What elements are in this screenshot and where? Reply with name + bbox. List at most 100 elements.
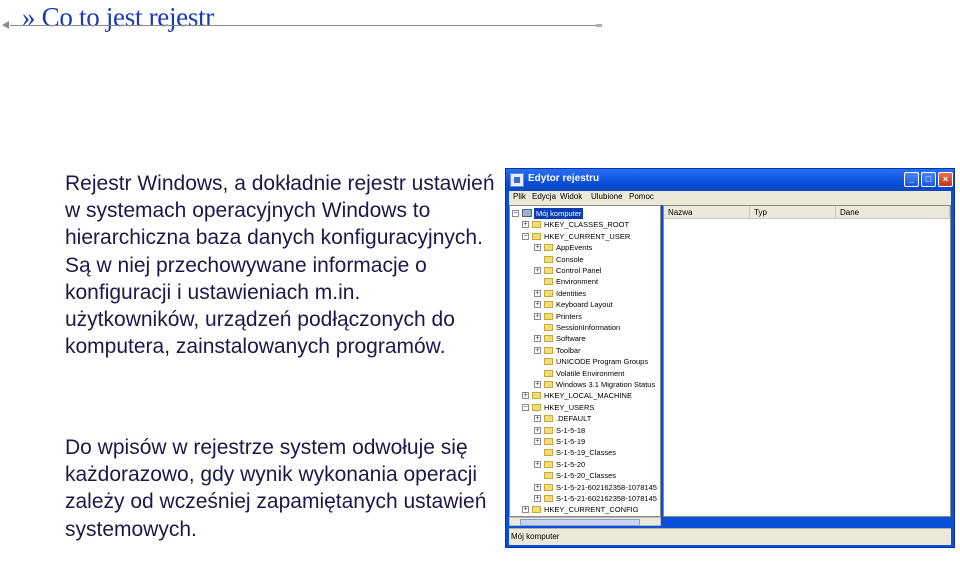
scrollbar-thumb[interactable] [520, 519, 640, 526]
regedit-app-icon [510, 173, 524, 187]
menu-view[interactable]: Widok [560, 192, 582, 201]
expand-icon[interactable]: + [534, 335, 541, 343]
menu-favorites[interactable]: Ulubione [591, 192, 623, 201]
tree-node-label: Mój komputer [534, 208, 584, 219]
folder-icon [544, 346, 553, 354]
tree-node-label: SessionInformation [556, 323, 621, 332]
expand-icon[interactable]: + [534, 426, 541, 434]
folder-icon [544, 381, 553, 388]
collapse-icon[interactable]: − [522, 232, 529, 240]
tree-node-label: S-1-5-19_Classes [556, 448, 617, 458]
expand-icon[interactable]: + [522, 392, 529, 400]
expand-icon[interactable]: + [534, 460, 541, 468]
tree-node-label: S-1-5-20_Classes [556, 471, 617, 481]
window-titlebar[interactable]: Edytor rejestru _ □ × [506, 169, 954, 191]
slide-title: » Co to jest rejestr [22, 2, 214, 32]
expand-icon[interactable]: + [534, 312, 541, 320]
folder-icon [544, 438, 553, 445]
tree-node-label: HKEY_LOCAL_MACHINE [544, 391, 632, 401]
folder-icon [544, 472, 553, 480]
expand-icon[interactable]: + [534, 381, 541, 388]
tree-node-label: HKEY_USERS [544, 402, 595, 412]
close-button[interactable]: × [938, 172, 953, 187]
expand-icon[interactable]: + [534, 289, 541, 297]
folder-icon [532, 232, 541, 240]
expand-icon[interactable]: + [534, 495, 541, 502]
tree-node-label: S-1-5-20 [556, 459, 586, 469]
expand-icon[interactable]: + [534, 483, 541, 491]
status-text: Mój komputer [511, 532, 560, 541]
tree-node-label: HKEY_CLASSES_ROOT [544, 220, 630, 230]
expand-icon[interactable]: + [534, 438, 541, 445]
tree-node-label: HKEY_CURRENT_USER [544, 231, 631, 241]
folder-icon [544, 278, 553, 286]
column-header-data[interactable]: Dane [836, 206, 950, 219]
values-list-pane[interactable]: Nazwa Typ Dane [663, 205, 951, 517]
paragraph-usage: Do wpisów w rejestrze system odwołuje si… [65, 436, 487, 541]
tree-node-label: Console [556, 254, 584, 264]
folder-icon [544, 244, 553, 252]
tree-node-label: S-1-5-21-602162358-1078145 [556, 494, 657, 503]
folder-icon [544, 358, 553, 366]
key-tree-pane[interactable]: − Mój komputer + HKEY_CLASSES_ROOT − HKEY_CUR… [509, 205, 661, 517]
folder-icon [532, 392, 541, 400]
tree-node-label: HKEY_CURRENT_CONFIG [544, 505, 639, 515]
folder-icon [544, 483, 553, 491]
computer-icon [522, 209, 532, 217]
tree-node-label: Volatile Environment [556, 368, 625, 378]
folder-icon [544, 289, 553, 297]
folder-icon [544, 426, 553, 434]
folder-icon [544, 369, 553, 377]
column-header-name[interactable]: Nazwa [664, 206, 750, 219]
tree-node-label: .DEFAULT [556, 414, 592, 424]
status-bar: Mój komputer [509, 528, 951, 545]
expand-icon[interactable]: + [534, 301, 541, 309]
column-header-type[interactable]: Typ [750, 206, 836, 219]
title-underline [10, 25, 598, 26]
expand-icon[interactable]: + [534, 346, 541, 354]
folder-icon [544, 335, 553, 343]
folder-icon [544, 255, 553, 263]
folder-icon [544, 415, 553, 423]
menu-help[interactable]: Pomoc [629, 192, 654, 201]
expand-icon[interactable]: + [534, 244, 541, 252]
folder-icon [532, 506, 541, 514]
horizontal-scrollbar[interactable] [509, 517, 661, 526]
menu-file[interactable]: Plik [513, 192, 526, 201]
tree-node-label: S-1-5-21-602162358-1078145 [556, 482, 657, 492]
paragraph-definition: Rejestr Windows, a dokładnie rejestr ust… [65, 172, 495, 359]
expand-icon[interactable]: + [534, 415, 541, 423]
collapse-icon[interactable]: − [522, 403, 529, 411]
forward-arrow-icon [596, 24, 602, 27]
tree-node-label: Environment [556, 277, 599, 287]
tree-node-label: UNICODE Program Groups [556, 357, 649, 367]
minimize-button[interactable]: _ [904, 172, 919, 187]
registry-editor-window: Edytor rejestru _ □ × Plik Edycja Widok … [505, 168, 955, 548]
tree-node-label: Software [556, 334, 586, 344]
folder-icon [544, 301, 553, 309]
folder-icon [532, 403, 541, 411]
collapse-icon[interactable]: − [512, 210, 519, 217]
tree-node-label: Control Panel [556, 266, 602, 275]
back-arrow-icon [2, 21, 9, 29]
maximize-button[interactable]: □ [921, 172, 936, 187]
folder-icon [544, 460, 553, 468]
menu-bar: Plik Edycja Widok Ulubione Pomoc [509, 191, 951, 205]
folder-icon [544, 267, 553, 274]
tree-node-label: S-1-5-19 [556, 437, 586, 446]
expand-icon[interactable]: + [534, 267, 541, 274]
tree-node-label: Identities [556, 288, 587, 298]
tree-node-label: Keyboard Layout [556, 300, 613, 310]
folder-icon [544, 312, 553, 320]
folder-icon [544, 449, 553, 457]
tree-node-label: S-1-5-18 [556, 425, 586, 435]
folder-icon [544, 495, 553, 502]
expand-icon[interactable]: + [522, 506, 529, 514]
window-title: Edytor rejestru [528, 173, 600, 184]
folder-icon [532, 221, 541, 229]
tree-node-label: Toolbar [556, 345, 581, 355]
expand-icon[interactable]: + [522, 221, 529, 229]
tree-node-label: Printers [556, 311, 582, 321]
menu-edit[interactable]: Edycja [532, 192, 556, 201]
folder-icon [544, 324, 553, 331]
